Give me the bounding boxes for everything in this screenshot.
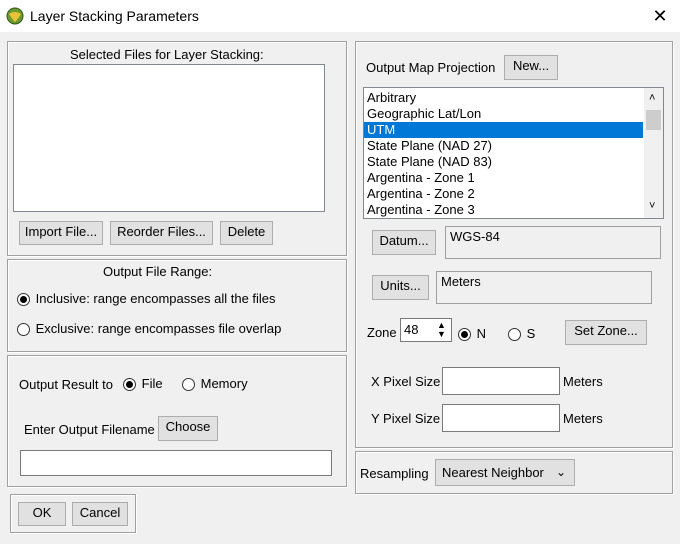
selected-files-heading: Selected Files for Layer Stacking: xyxy=(70,47,264,62)
inclusive-radio-circle[interactable] xyxy=(17,293,30,307)
projection-list-item[interactable]: UTM xyxy=(364,122,643,138)
window-title: Layer Stacking Parameters xyxy=(30,8,199,24)
inclusive-radio[interactable]: Inclusive: range encompasses all the fil… xyxy=(17,291,276,307)
cancel-button[interactable]: Cancel xyxy=(72,502,128,526)
projection-list-item[interactable]: Arbitrary xyxy=(364,90,643,106)
output-memory-radio[interactable]: Memory xyxy=(182,376,248,392)
hemisphere-south-radio[interactable]: S xyxy=(508,326,536,342)
projection-list-item[interactable]: Argentina - Zone 3 xyxy=(364,202,643,218)
hemisphere-north-radio[interactable]: N xyxy=(458,326,487,342)
hemisphere-south-label: S xyxy=(526,326,536,341)
y-pixel-size-label: Y Pixel Size xyxy=(371,411,441,426)
x-pixel-units-label: Meters xyxy=(563,374,603,389)
output-filename-label: Enter Output Filename xyxy=(24,422,155,437)
projection-list-item[interactable]: Argentina - Zone 2 xyxy=(364,186,643,202)
set-zone-button[interactable]: Set Zone... xyxy=(565,320,647,345)
datum-button[interactable]: Datum... xyxy=(372,230,436,255)
projection-list-item[interactable]: State Plane (NAD 27) xyxy=(364,138,643,154)
new-projection-button[interactable]: New... xyxy=(504,55,558,80)
import-file-button[interactable]: Import File... xyxy=(19,221,103,245)
exclusive-label: Exclusive: range encompasses file overla… xyxy=(35,321,282,336)
selected-files-list[interactable] xyxy=(13,64,325,212)
datum-value: WGS-84 xyxy=(445,226,661,259)
exclusive-radio[interactable]: Exclusive: range encompasses file overla… xyxy=(17,321,282,337)
reorder-files-button[interactable]: Reorder Files... xyxy=(110,221,213,245)
output-file-radio[interactable]: File xyxy=(123,376,163,392)
output-memory-label: Memory xyxy=(200,376,248,391)
units-button[interactable]: Units... xyxy=(372,275,429,300)
inclusive-label: Inclusive: range encompasses all the fil… xyxy=(35,291,276,306)
chevron-down-icon: ⌄ xyxy=(556,465,567,479)
projection-list-item[interactable]: Geographic Lat/Lon xyxy=(364,106,643,122)
y-pixel-size-field[interactable] xyxy=(442,404,560,432)
output-file-label: File xyxy=(141,376,163,391)
projection-list[interactable]: Arbitrary Geographic Lat/Lon UTM State Plan… xyxy=(363,87,664,219)
scroll-thumb[interactable] xyxy=(646,110,661,130)
resampling-label: Resampling xyxy=(360,466,429,481)
ok-button[interactable]: OK xyxy=(18,502,66,526)
scroll-up-icon[interactable]: ˄ xyxy=(649,92,655,104)
x-pixel-size-field[interactable] xyxy=(442,367,560,395)
output-map-projection-label: Output Map Projection xyxy=(366,60,496,75)
choose-button[interactable]: Choose xyxy=(158,416,218,441)
hemisphere-north-circle[interactable] xyxy=(458,328,471,342)
delete-button[interactable]: Delete xyxy=(220,221,273,245)
output-filename-field[interactable] xyxy=(20,450,332,476)
projection-list-scrollbar[interactable]: ˄ ˅ xyxy=(644,88,663,218)
zone-spinner[interactable]: 48 ▲ ▼ xyxy=(400,318,452,342)
output-file-radio-circle[interactable] xyxy=(123,378,136,392)
units-value: Meters xyxy=(436,271,652,304)
output-range-heading: Output File Range: xyxy=(103,264,213,279)
hemisphere-south-circle[interactable] xyxy=(508,328,521,342)
zone-spin-down-icon[interactable]: ▼ xyxy=(437,329,446,339)
close-icon[interactable]: ✕ xyxy=(648,4,672,28)
zone-value: 48 xyxy=(404,322,419,337)
hemisphere-north-label: N xyxy=(476,326,487,341)
y-pixel-units-label: Meters xyxy=(563,411,603,426)
app-globe-icon xyxy=(6,7,24,25)
projection-list-item[interactable]: State Plane (NAD 83) xyxy=(364,154,643,170)
zone-label: Zone xyxy=(367,325,397,340)
output-memory-radio-circle[interactable] xyxy=(182,378,195,392)
output-result-label: Output Result to xyxy=(19,377,113,392)
projection-list-item[interactable]: Argentina - Zone 1 xyxy=(364,170,643,186)
resampling-value: Nearest Neighbor xyxy=(442,465,544,480)
title-bar: Layer Stacking Parameters ✕ xyxy=(0,0,680,32)
exclusive-radio-circle[interactable] xyxy=(17,323,30,337)
scroll-down-icon[interactable]: ˅ xyxy=(649,200,655,212)
resampling-dropdown[interactable]: Nearest Neighbor ⌄ xyxy=(435,459,575,486)
x-pixel-size-label: X Pixel Size xyxy=(371,374,441,389)
